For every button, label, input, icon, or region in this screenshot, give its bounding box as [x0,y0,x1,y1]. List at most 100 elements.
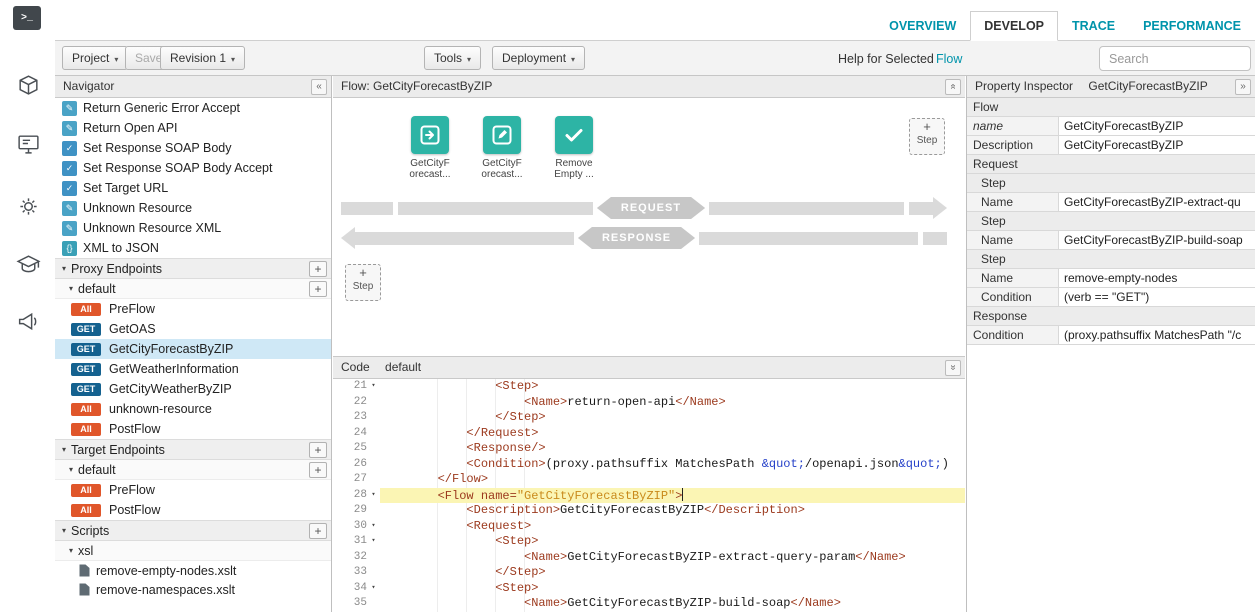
section-proxy-endpoints[interactable]: ▾Proxy Endpoints+ [55,258,331,279]
settings-gears-icon[interactable] [14,192,42,220]
add-button[interactable]: + [309,442,327,458]
add-button[interactable]: + [309,462,327,478]
tab-performance[interactable]: PERFORMANCE [1129,11,1255,41]
tab-overview[interactable]: OVERVIEW [875,11,970,41]
add-button[interactable]: + [309,523,327,539]
code-line[interactable]: 30▾ <Request> [333,519,965,535]
collapse-flow-panel-icon[interactable]: « [945,79,961,95]
help-flow-link[interactable]: Flow [936,52,962,66]
policy-item[interactable]: ✎Unknown Resource [55,198,331,218]
nav-group-default[interactable]: ▾default+ [55,460,331,480]
fold-toggle-icon[interactable]: ▾ [367,534,380,550]
fold-toggle-icon[interactable]: ▾ [367,379,380,395]
property-value[interactable]: remove-empty-nodes [1059,269,1255,287]
collapse-navigator-icon[interactable]: « [311,79,327,95]
add-button[interactable]: + [309,281,327,297]
line-number: 35 [333,596,367,612]
flow-step[interactable]: RemoveEmpty ... [545,116,603,180]
property-value[interactable]: GetCityForecastByZIP [1059,136,1255,154]
file-remove-namespaces.xslt[interactable]: remove-namespaces.xslt [55,580,331,599]
nav-group-xsl[interactable]: ▾xsl [55,541,331,561]
section-scripts[interactable]: ▾Scripts+ [55,520,331,541]
nav-flow-preflow[interactable]: AllPreFlow [55,480,331,500]
property-value[interactable]: GetCityForecastByZIP [1059,117,1255,135]
flow-label: PostFlow [109,503,160,517]
terminal-icon[interactable]: >_ [13,6,41,30]
property-value[interactable]: GetCityForecastByZIP-build-soap [1059,231,1255,249]
code-line[interactable]: 27 </Flow> [333,472,965,488]
code-line[interactable]: 25 <Response/> [333,441,965,457]
nav-group-default[interactable]: ▾default+ [55,279,331,299]
tools-button[interactable]: Tools▾ [424,46,481,70]
fold-toggle-icon[interactable]: ▾ [367,488,380,504]
code-line[interactable]: 24 </Request> [333,426,965,442]
request-lane-segment [341,202,393,215]
fold-toggle-icon[interactable]: ▾ [367,581,380,597]
flow-step[interactable]: GetCityForecast... [401,116,459,180]
add-step-button[interactable]: + Step [909,118,945,155]
code-line[interactable]: 29 <Description>GetCityForecastByZIP</De… [333,503,965,519]
tab-develop[interactable]: DEVELOP [970,11,1058,41]
fold-toggle-icon[interactable]: ▾ [367,519,380,535]
property-value[interactable]: (verb == "GET") [1059,288,1255,306]
code-line[interactable]: 28▾ <Flow name="GetCityForecastByZIP"> [333,488,965,504]
property-value[interactable]: (proxy.pathsuffix MatchesPath "/c [1059,326,1255,344]
nav-flow-getoas[interactable]: GETGetOAS [55,319,331,339]
policy-item[interactable]: {}XML to JSON [55,238,331,258]
search-input[interactable] [1099,46,1251,71]
edit-step-icon [483,116,521,154]
inspector-section-label: Step [967,174,1006,192]
add-button[interactable]: + [309,261,327,277]
nav-flow-unknown-resource[interactable]: Allunknown-resource [55,399,331,419]
nav-flow-getweatherinformation[interactable]: GETGetWeatherInformation [55,359,331,379]
add-step-label: Step [910,135,944,146]
nav-flow-getcityweatherbyzip[interactable]: GETGetCityWeatherByZIP [55,379,331,399]
add-step-button[interactable]: + Step [345,264,381,301]
property-inspector-header: Property Inspector GetCityForecastByZIP … [967,76,1255,98]
inspector-section-flow: Flow [967,98,1255,117]
project-button[interactable]: Project▾ [62,46,128,70]
code-editor[interactable]: 21▾ <Step>22 <Name>return-open-api</Name… [333,379,965,612]
property-value[interactable]: GetCityForecastByZIP-extract-qu [1059,193,1255,211]
code-line[interactable]: 21▾ <Step> [333,379,965,395]
code-line[interactable]: 31▾ <Step> [333,534,965,550]
file-remove-empty-nodes.xslt[interactable]: remove-empty-nodes.xslt [55,561,331,580]
api-packages-icon[interactable] [14,70,42,98]
code-line[interactable]: 33 </Step> [333,565,965,581]
nav-flow-postflow[interactable]: AllPostFlow [55,419,331,439]
policy-item[interactable]: ✎Return Open API [55,118,331,138]
line-number: 22 [333,395,367,411]
policy-item[interactable]: ✎Unknown Resource XML [55,218,331,238]
code-line[interactable]: 34▾ <Step> [333,581,965,597]
arrow-left-icon [341,227,355,249]
policy-item[interactable]: ✎Return Generic Error Accept [55,98,331,118]
property-table: FlownameGetCityForecastByZIPDescriptionG… [967,98,1255,345]
flow-step[interactable]: GetCityForecast... [473,116,531,180]
policy-item[interactable]: ✓Set Response SOAP Body Accept [55,158,331,178]
section-label: Target Endpoints [71,443,165,457]
policy-item[interactable]: ✓Set Target URL [55,178,331,198]
nav-flow-postflow[interactable]: AllPostFlow [55,500,331,520]
education-icon[interactable] [14,250,42,278]
code-line[interactable]: 22 <Name>return-open-api</Name> [333,395,965,411]
flow-steps: GetCityForecast...GetCityForecast...Remo… [401,116,603,180]
nav-flow-preflow[interactable]: AllPreFlow [55,299,331,319]
code-line[interactable]: 32 <Name>GetCityForecastByZIP-extract-qu… [333,550,965,566]
workstation-icon[interactable] [14,130,42,158]
collapse-code-panel-icon[interactable]: » [945,360,961,376]
announcements-icon[interactable] [14,307,42,335]
nav-flow-getcityforecastbyzip[interactable]: GETGetCityForecastByZIP [55,339,331,359]
section-target-endpoints[interactable]: ▾Target Endpoints+ [55,439,331,460]
collapse-inspector-icon[interactable]: » [1235,79,1251,95]
code-line[interactable]: 35 <Name>GetCityForecastByZIP-build-soap… [333,596,965,612]
plus-icon: + [346,265,380,281]
policy-item[interactable]: ✓Set Response SOAP Body [55,138,331,158]
deployment-button[interactable]: Deployment▾ [492,46,585,70]
flow-panel-title: Flow: GetCityForecastByZIP [341,79,492,93]
revision-button[interactable]: Revision 1▾ [160,46,245,70]
tab-trace[interactable]: TRACE [1058,11,1129,41]
section-label: Proxy Endpoints [71,262,162,276]
code-line[interactable]: 26 <Condition>(proxy.pathsuffix MatchesP… [333,457,965,473]
code-line[interactable]: 23 </Step> [333,410,965,426]
method-badge: All [71,303,101,316]
